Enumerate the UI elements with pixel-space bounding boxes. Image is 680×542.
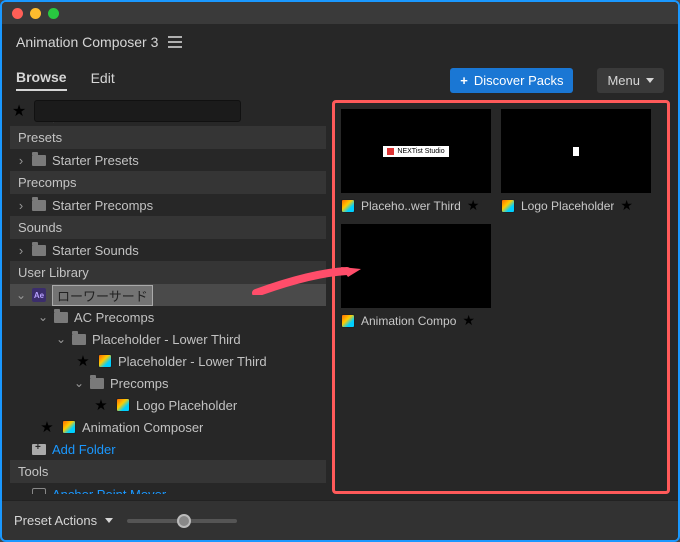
- tree-row-placeholder-item[interactable]: ★ Placeholder - Lower Third: [10, 350, 326, 372]
- comp-icon: [116, 398, 130, 412]
- caret-icon[interactable]: [74, 376, 84, 390]
- gallery: NEXTist Studio Placeho..wer Third ★ Logo…: [332, 100, 670, 494]
- folder-icon: [90, 378, 104, 389]
- chevron-down-icon: [105, 518, 113, 523]
- tool-icon: [32, 488, 46, 494]
- slider-knob[interactable]: [177, 514, 191, 528]
- comp-icon: [62, 420, 76, 434]
- thumbnail: [501, 109, 651, 193]
- favorite-star-icon[interactable]: ★: [467, 197, 480, 214]
- search-input[interactable]: [34, 100, 241, 122]
- preset-actions-label: Preset Actions: [14, 513, 97, 528]
- section-tools[interactable]: Tools: [10, 460, 326, 483]
- discover-packs-button[interactable]: + Discover Packs: [450, 68, 573, 93]
- tree-row-precomps-sub[interactable]: Precomps: [10, 372, 326, 394]
- tree-label: ローワーサード: [52, 285, 153, 306]
- thumbnail: NEXTist Studio: [341, 109, 491, 193]
- thumbnail-size-slider[interactable]: [127, 519, 237, 523]
- tree-label: Placeholder - Lower Third: [92, 332, 241, 347]
- comp-icon: [501, 199, 515, 213]
- favorites-filter-icon[interactable]: ★: [10, 101, 28, 121]
- folder-icon: [54, 312, 68, 323]
- zoom-window-button[interactable]: [48, 8, 59, 19]
- folder-icon: [32, 245, 46, 256]
- caret-icon[interactable]: [16, 153, 26, 168]
- folder-icon: [32, 155, 46, 166]
- tree-label: Starter Precomps: [52, 198, 153, 213]
- section-user-library[interactable]: User Library: [10, 261, 326, 284]
- caret-icon[interactable]: [16, 243, 26, 258]
- window-controls: [12, 8, 59, 19]
- menu-label: Menu: [607, 73, 640, 88]
- tree-row-anchor-point-mover[interactable]: Anchor Point Mover: [10, 483, 326, 494]
- caret-icon[interactable]: [16, 198, 26, 213]
- tree-label: Starter Sounds: [52, 243, 139, 258]
- tab-browse[interactable]: Browse: [16, 69, 67, 91]
- tree-label: Logo Placeholder: [136, 398, 237, 413]
- tree-row-starter-precomps[interactable]: Starter Precomps: [10, 194, 326, 216]
- menu-button[interactable]: Menu: [597, 68, 664, 93]
- tree-row-placeholder-folder[interactable]: Placeholder - Lower Third: [10, 328, 326, 350]
- tree-row-starter-presets[interactable]: Starter Presets: [10, 149, 326, 171]
- tree-label: Placeholder - Lower Third: [118, 354, 267, 369]
- section-sounds[interactable]: Sounds: [10, 216, 326, 239]
- caret-icon[interactable]: [56, 332, 66, 346]
- folder-icon: [72, 334, 86, 345]
- tree-row-logo-placeholder[interactable]: ★ Logo Placeholder: [10, 394, 326, 416]
- tree-label: Precomps: [110, 376, 169, 391]
- gallery-item-logo-placeholder[interactable]: Logo Placeholder ★: [501, 109, 651, 214]
- gallery-item-placeholder-lower-third[interactable]: NEXTist Studio Placeho..wer Third ★: [341, 109, 491, 214]
- titlebar: [2, 2, 678, 24]
- app-title: Animation Composer 3: [16, 34, 158, 50]
- preset-actions-dropdown[interactable]: Preset Actions: [14, 513, 113, 528]
- discover-packs-label: Discover Packs: [474, 73, 564, 88]
- gallery-item-animation-composer[interactable]: Animation Compo ★: [341, 224, 491, 329]
- hamburger-icon[interactable]: [168, 36, 182, 48]
- minimize-window-button[interactable]: [30, 8, 41, 19]
- favorite-star-icon[interactable]: ★: [620, 197, 633, 214]
- app-title-row: Animation Composer 3: [2, 24, 678, 60]
- tree-row-animation-composer[interactable]: ★ Animation Composer: [10, 416, 326, 438]
- ae-project-icon: Ae: [32, 288, 46, 302]
- tree-row-starter-sounds[interactable]: Starter Sounds: [10, 239, 326, 261]
- tree-label: Animation Composer: [82, 420, 203, 435]
- tree-label: AC Precomps: [74, 310, 154, 325]
- tree: Presets Starter Presets Precomps Starter…: [10, 126, 326, 494]
- tree-row-add-folder[interactable]: Add Folder: [10, 438, 326, 460]
- tree-label: Starter Presets: [52, 153, 139, 168]
- add-folder-icon: [32, 444, 46, 455]
- close-window-button[interactable]: [12, 8, 23, 19]
- comp-icon: [341, 314, 355, 328]
- section-precomps[interactable]: Precomps: [10, 171, 326, 194]
- thumbnail-label: Placeho..wer Third: [361, 199, 461, 213]
- bottom-bar: Preset Actions: [2, 500, 678, 540]
- favorite-star-icon[interactable]: ★: [462, 312, 475, 329]
- tree-label: Anchor Point Mover: [52, 487, 166, 495]
- caret-icon[interactable]: [38, 310, 48, 324]
- sidebar: ★ Presets Starter Presets Precomps St: [10, 100, 326, 494]
- folder-icon: [32, 200, 46, 211]
- comp-icon: [98, 354, 112, 368]
- tabs-row: Browse Edit + Discover Packs Menu: [2, 60, 678, 100]
- favorite-star-icon[interactable]: ★: [74, 352, 92, 370]
- tree-row-lower-third[interactable]: Ae ローワーサード: [10, 284, 326, 306]
- caret-icon[interactable]: [16, 288, 26, 302]
- tree-label: Add Folder: [52, 442, 116, 457]
- favorite-star-icon[interactable]: ★: [92, 396, 110, 414]
- section-presets[interactable]: Presets: [10, 126, 326, 149]
- chevron-down-icon: [646, 78, 654, 83]
- comp-icon: [341, 199, 355, 213]
- thumbnail-label: Animation Compo: [361, 314, 456, 328]
- favorite-star-icon[interactable]: ★: [38, 418, 56, 436]
- tab-edit[interactable]: Edit: [91, 70, 115, 90]
- tree-row-ac-precomps[interactable]: AC Precomps: [10, 306, 326, 328]
- thumbnail: [341, 224, 491, 308]
- thumbnail-label: Logo Placeholder: [521, 199, 614, 213]
